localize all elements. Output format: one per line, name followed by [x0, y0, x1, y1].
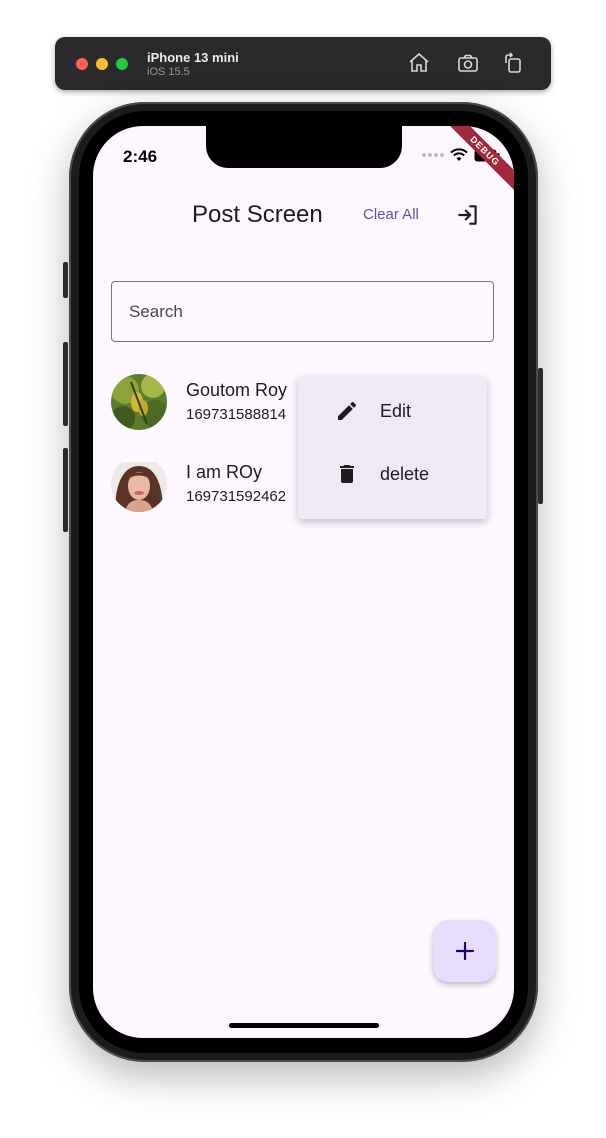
menu-item-label: Edit — [380, 401, 412, 421]
menu-item-edit[interactable]: Edit — [298, 384, 487, 440]
phone-screen: 2:46 DEBUG Post Screen Clear All Search … — [93, 126, 514, 1038]
trash-icon — [335, 462, 359, 486]
edit-icon — [335, 399, 359, 423]
status-time: 2:46 — [123, 147, 158, 166]
wifi-icon — [450, 148, 468, 161]
post-title: I am ROy — [186, 462, 263, 482]
search-input[interactable] — [112, 282, 493, 341]
home-indicator — [229, 1023, 379, 1028]
zoom-window-button[interactable] — [116, 58, 128, 70]
avatar — [111, 374, 167, 430]
clear-all-button[interactable]: Clear All — [363, 206, 419, 223]
post-title: Goutom Roy — [186, 380, 288, 400]
home-icon[interactable] — [407, 51, 431, 75]
minimize-window-button[interactable] — [96, 58, 108, 70]
post-subtitle: 169731588814 — [186, 406, 287, 423]
close-window-button[interactable] — [76, 58, 88, 70]
post-subtitle: 169731592462 — [186, 488, 287, 505]
signal-icon — [422, 153, 444, 157]
power-button — [538, 368, 543, 504]
simulator-title-bar: iPhone 13 mini iOS 15.5 — [55, 37, 551, 90]
screenshot-icon[interactable] — [456, 51, 480, 75]
volume-up-button — [63, 342, 68, 426]
menu-item-label: delete — [380, 464, 430, 484]
search-field[interactable] — [111, 281, 494, 342]
avatar — [111, 456, 167, 512]
logout-icon[interactable] — [455, 202, 481, 228]
simulator-os-version: iOS 15.5 — [147, 66, 190, 78]
rotate-icon[interactable] — [501, 51, 525, 75]
volume-down-button — [63, 448, 68, 532]
add-post-button[interactable] — [433, 920, 496, 982]
menu-item-delete[interactable]: delete — [298, 447, 487, 503]
simulator-device-name: iPhone 13 mini — [147, 50, 239, 65]
context-menu: Edit delete — [298, 376, 487, 519]
add-icon — [453, 939, 477, 963]
notch — [206, 126, 402, 168]
page-title: Post Screen — [192, 201, 323, 228]
mute-switch — [63, 262, 68, 298]
